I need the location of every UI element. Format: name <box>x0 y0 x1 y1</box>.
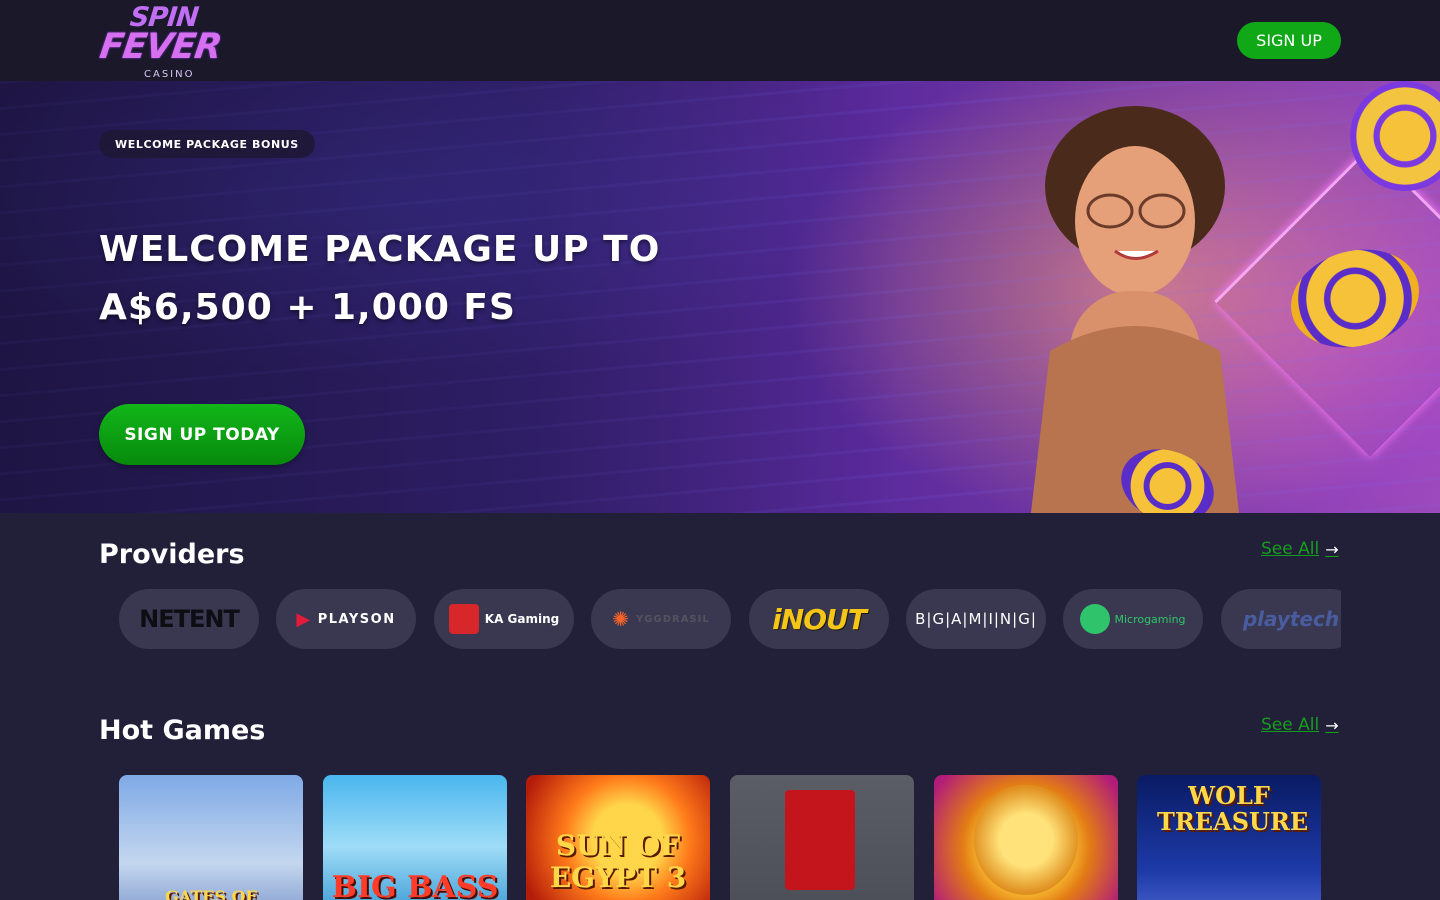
hero-title-line1: WELCOME PACKAGE UP TO <box>99 229 661 270</box>
game-title: WOLF TREASURE <box>1157 781 1309 836</box>
hot-games-title: Hot Games <box>99 715 266 746</box>
game-title: GATES OF OLYMPUS <box>165 887 257 900</box>
hero-title: WELCOME PACKAGE UP TO A$6,500 + 1,000 FS <box>99 221 799 337</box>
hot-games-carousel: GATES OF OLYMPUS BIG BASS SUN OF EGYPT 3… <box>119 775 1341 900</box>
header-signup-button[interactable]: SIGN UP <box>1237 22 1341 59</box>
provider-bgaming[interactable]: B|G|A|M|I|N|G| <box>906 589 1046 649</box>
dragon-icon <box>974 785 1078 895</box>
provider-label: Microgaming <box>1114 612 1186 626</box>
game-card-big-bass[interactable]: BIG BASS <box>323 775 507 900</box>
provider-microgaming[interactable]: Microgaming <box>1063 589 1203 649</box>
playson-logo-icon: ▶ <box>296 608 312 630</box>
game-title: SUN OF EGYPT 3 <box>549 829 687 894</box>
hero-woman-image <box>1030 106 1240 513</box>
welcome-badge: WELCOME PACKAGE BONUS <box>99 130 315 158</box>
arrow-right-icon: → <box>1325 539 1339 559</box>
safe-icon <box>785 790 855 890</box>
arrow-right-icon: → <box>1325 715 1339 735</box>
hot-games-see-all-link[interactable]: See All → <box>1261 715 1339 735</box>
game-card-safe[interactable] <box>730 775 914 900</box>
site-logo[interactable]: SPIN FEVER CASINO <box>97 2 240 80</box>
site-header: SPIN FEVER CASINO SIGN UP <box>0 0 1440 81</box>
provider-inout[interactable]: iNOUT <box>749 589 889 649</box>
see-all-label: See All <box>1261 715 1320 735</box>
provider-label: PLAYSON <box>317 611 396 627</box>
provider-netent[interactable]: NETENT <box>119 589 259 649</box>
signup-today-button[interactable]: SIGN UP TODAY <box>99 404 305 465</box>
logo-casino-text: CASINO <box>144 69 195 80</box>
game-card-sun-of-egypt-3[interactable]: SUN OF EGYPT 3 <box>526 775 710 900</box>
game-card-wolf-treasure[interactable]: WOLF TREASURE <box>1137 775 1321 900</box>
hero-title-line2: A$6,500 + 1,000 FS <box>99 287 516 328</box>
providers-carousel: NETENT ▶ PLAYSON KA Gaming ✺ YGGDRASIL i… <box>99 589 1341 649</box>
provider-label: YGGDRASIL <box>636 613 710 625</box>
provider-yggdrasil[interactable]: ✺ YGGDRASIL <box>591 589 731 649</box>
logo-fever-text: FEVER <box>97 27 224 67</box>
yggdrasil-tree-icon: ✺ <box>612 607 631 631</box>
dice-icon <box>448 604 479 634</box>
provider-playtech[interactable]: playtech <box>1221 589 1341 649</box>
hero-banner: WELCOME PACKAGE BONUS WELCOME PACKAGE UP… <box>0 81 1440 513</box>
game-title: BIG BASS <box>331 870 499 900</box>
game-card-gates-of-olympus[interactable]: GATES OF OLYMPUS <box>119 775 303 900</box>
microgaming-logo-icon <box>1080 604 1111 634</box>
providers-title: Providers <box>99 539 245 570</box>
game-card-dragon[interactable] <box>934 775 1118 900</box>
see-all-label: See All <box>1261 539 1320 559</box>
provider-label: KA Gaming <box>484 612 560 626</box>
providers-see-all-link[interactable]: See All → <box>1261 539 1339 559</box>
provider-playson[interactable]: ▶ PLAYSON <box>276 589 416 649</box>
provider-kagaming[interactable]: KA Gaming <box>434 589 574 649</box>
